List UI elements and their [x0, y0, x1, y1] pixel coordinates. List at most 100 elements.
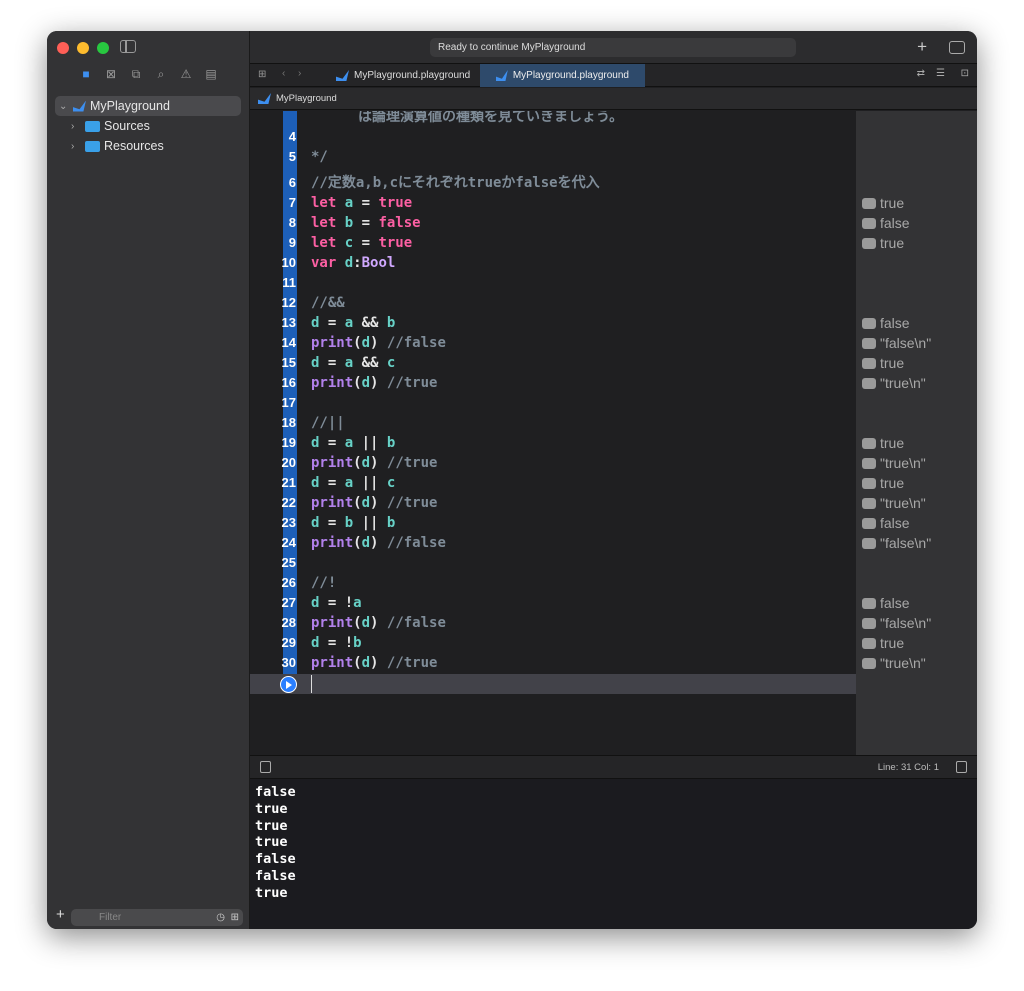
quick-look-icon[interactable] — [862, 617, 876, 629]
minimize-button[interactable] — [77, 42, 89, 54]
code-token: */ — [311, 149, 328, 165]
report-icon[interactable]: ▤ — [205, 67, 217, 82]
quick-look-icon[interactable] — [862, 517, 876, 529]
result-item[interactable]: "true\n" — [862, 453, 926, 473]
chevron-down-icon[interactable]: ⌄ — [59, 101, 69, 112]
breadcrumb-item[interactable]: MyPlayground — [276, 93, 337, 104]
quick-look-icon[interactable] — [862, 457, 876, 469]
code-token: ( — [353, 335, 362, 351]
code-token: print — [311, 535, 354, 551]
results-sidebar: true false true false "false\n" true "true\n" t… — [856, 111, 977, 755]
result-item[interactable]: true — [862, 433, 904, 453]
code-line: 9 let c = true — [250, 233, 856, 253]
scm-filter-icon[interactable]: ⊞ — [231, 912, 239, 923]
console-output[interactable]: false true true true false false true — [250, 779, 977, 929]
code-token: ) — [370, 455, 387, 471]
console-line: true — [255, 834, 288, 851]
forward-icon[interactable]: › — [298, 68, 301, 79]
quick-look-icon[interactable] — [862, 657, 876, 669]
tab-myplayground-1[interactable]: MyPlayground.playground — [320, 64, 486, 87]
breadcrumb[interactable]: MyPlayground — [250, 88, 977, 110]
cursor-position: Line: 31 Col: 1 — [877, 762, 939, 773]
result-value: false — [880, 515, 910, 531]
result-item[interactable]: false — [862, 313, 910, 333]
search-icon[interactable]: ⌕ — [155, 67, 167, 82]
chevron-right-icon[interactable]: › — [71, 141, 81, 152]
inspector-toggle-icon[interactable] — [949, 41, 965, 54]
quick-look-icon[interactable] — [862, 237, 876, 249]
nav-item-resources[interactable]: › Resources — [55, 136, 241, 156]
code-editor[interactable]: は論理演算値の種類を見ていきましょう。 4 5 */ 6 //定数a,b,cにそれぞれt… — [250, 111, 856, 755]
add-button[interactable]: + — [56, 906, 65, 923]
quick-look-icon[interactable] — [862, 497, 876, 509]
close-button[interactable] — [57, 42, 69, 54]
nav-item-sources[interactable]: › Sources — [55, 116, 241, 136]
line-number: 5 — [288, 149, 296, 164]
filter-input[interactable]: Filter ◷ ⊞ — [71, 909, 243, 926]
code-text: var d:Bool — [311, 253, 395, 273]
zoom-button[interactable] — [97, 42, 109, 54]
console-toggle-icon[interactable] — [956, 761, 967, 773]
quick-look-icon[interactable] — [862, 597, 876, 609]
quick-look-icon[interactable] — [862, 217, 876, 229]
console-line: true — [255, 817, 288, 834]
result-item[interactable]: "true\n" — [862, 653, 926, 673]
code-token: true — [378, 235, 413, 251]
result-item[interactable]: "true\n" — [862, 493, 926, 513]
code-token: || — [353, 515, 387, 531]
hide-debug-icon[interactable] — [260, 761, 271, 773]
result-value: "false\n" — [880, 335, 932, 351]
code-line: 23 d = b || b — [250, 513, 856, 533]
nav-item-myplayground[interactable]: ⌄ MyPlayground — [55, 96, 241, 116]
quick-look-icon[interactable] — [862, 637, 876, 649]
result-item[interactable]: false — [862, 213, 910, 233]
related-items-icon[interactable]: ⇄ — [917, 68, 925, 79]
tab-myplayground-2[interactable]: MyPlayground.playground — [480, 64, 645, 87]
library-plus-button[interactable]: + — [917, 37, 927, 57]
quick-look-icon[interactable] — [862, 357, 876, 369]
result-value: "true\n" — [880, 655, 926, 671]
adjust-editor-icon[interactable]: ☰ — [936, 68, 945, 79]
console-line: true — [255, 800, 288, 817]
code-text: d = a || c — [311, 473, 395, 493]
folder-icon[interactable]: ■ — [80, 67, 92, 82]
quick-look-icon[interactable] — [862, 317, 876, 329]
line-number: 7 — [288, 195, 296, 210]
quick-look-icon[interactable] — [862, 377, 876, 389]
result-item[interactable]: "true\n" — [862, 373, 926, 393]
warning-icon[interactable]: ⚠ — [180, 67, 192, 82]
code-text: print(d) //false — [311, 333, 446, 353]
result-item[interactable]: true — [862, 233, 904, 253]
code-token: ) — [370, 535, 387, 551]
code-line: 16 print(d) //true — [250, 373, 856, 393]
result-item[interactable]: true — [862, 633, 904, 653]
result-item[interactable]: false — [862, 593, 910, 613]
code-line: 8 let b = false — [250, 213, 856, 233]
result-item[interactable]: "false\n" — [862, 613, 931, 633]
code-text: は論理演算値の種類を見ていきましょう。 — [358, 111, 624, 125]
add-editor-icon[interactable]: ⊡ — [961, 68, 969, 79]
quick-look-icon[interactable] — [862, 337, 876, 349]
recent-icon[interactable]: ◷ — [216, 912, 225, 923]
code-token: //|| — [311, 415, 345, 431]
chevron-right-icon[interactable]: › — [71, 121, 81, 132]
result-item[interactable]: true — [862, 353, 904, 373]
grid-icon[interactable]: ⊞ — [258, 69, 266, 80]
sidebar-toggle-icon[interactable] — [120, 40, 136, 53]
result-item[interactable]: false — [862, 513, 910, 533]
line-number: 9 — [288, 235, 296, 250]
source-control-icon[interactable]: ⊠ — [105, 67, 117, 82]
code-token: //true — [386, 495, 438, 511]
result-item[interactable]: true — [862, 193, 904, 213]
hierarchy-icon[interactable]: ⧉ — [130, 67, 142, 82]
result-item[interactable]: "false\n" — [862, 533, 931, 553]
result-item[interactable]: "false\n" — [862, 333, 931, 353]
run-button[interactable] — [280, 676, 297, 693]
back-icon[interactable]: ‹ — [282, 68, 285, 79]
quick-look-icon[interactable] — [862, 477, 876, 489]
quick-look-icon[interactable] — [862, 197, 876, 209]
result-item[interactable]: true — [862, 473, 904, 493]
filter-placeholder: Filter — [99, 912, 122, 923]
quick-look-icon[interactable] — [862, 537, 876, 549]
quick-look-icon[interactable] — [862, 437, 876, 449]
